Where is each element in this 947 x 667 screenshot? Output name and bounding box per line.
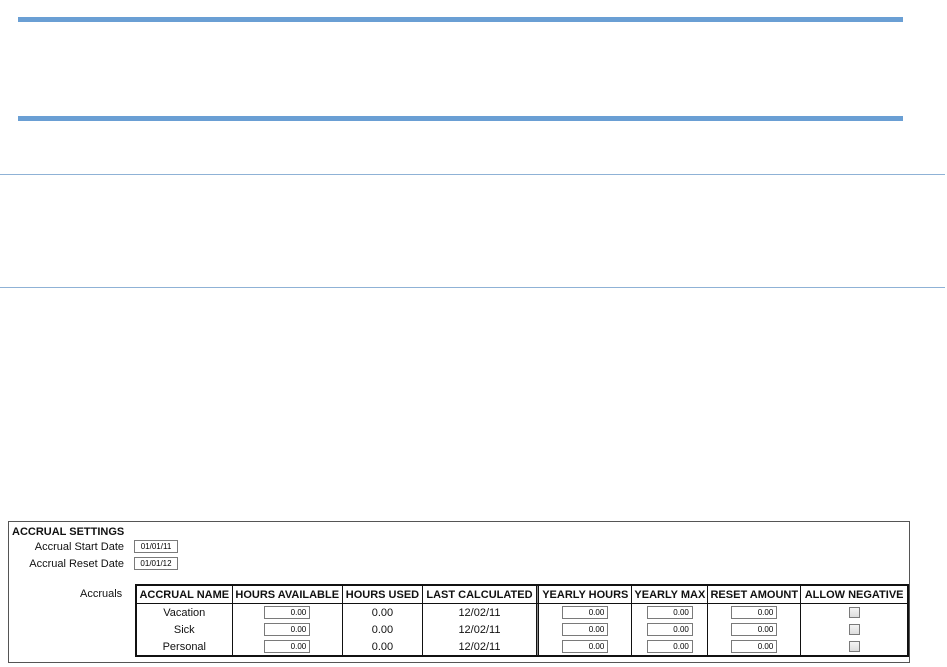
hours-available-input[interactable] bbox=[264, 606, 311, 619]
accrual-reset-date-row: Accrual Reset Date bbox=[9, 557, 178, 570]
accrual-name: Personal bbox=[135, 638, 233, 656]
last-calculated: 12/02/11 bbox=[422, 621, 537, 638]
yearly-max-input[interactable] bbox=[646, 640, 693, 653]
section-divider-bottom bbox=[0, 287, 945, 288]
accrual-settings-title: ACCRUAL SETTINGS bbox=[12, 526, 125, 538]
accrual-reset-date-input[interactable] bbox=[134, 557, 178, 570]
page: ACCRUAL SETTINGS Accrual Start Date Accr… bbox=[0, 0, 947, 667]
allow-negative-checkbox[interactable] bbox=[848, 641, 860, 653]
hours-available-input[interactable] bbox=[264, 640, 311, 653]
accrual-start-date-input[interactable] bbox=[134, 540, 178, 553]
reset-amount-input[interactable] bbox=[731, 640, 778, 653]
accruals-header-row: ACCRUAL NAME HOURS AVAILABLE HOURS USED … bbox=[135, 584, 909, 604]
header-rule-bottom bbox=[18, 116, 903, 121]
header-rule-top bbox=[18, 17, 903, 22]
yearly-hours-input[interactable] bbox=[562, 623, 609, 636]
column-header-allow-negative: ALLOW NEGATIVE bbox=[800, 584, 909, 604]
accrual-row-personal: Personal 0.00 12/02/11 bbox=[135, 638, 909, 656]
last-calculated: 12/02/11 bbox=[422, 638, 537, 656]
last-calculated: 12/02/11 bbox=[422, 603, 537, 621]
column-header-hours-available: HOURS AVAILABLE bbox=[231, 584, 343, 604]
column-header-last-calculated: LAST CALCULATED bbox=[422, 584, 537, 604]
yearly-hours-input[interactable] bbox=[562, 606, 609, 619]
hours-used: 0.00 bbox=[341, 603, 424, 621]
accrual-reset-date-label: Accrual Reset Date bbox=[29, 557, 124, 570]
accrual-row-vacation: Vacation 0.00 12/02/11 bbox=[135, 603, 909, 621]
section-divider-top bbox=[0, 174, 945, 175]
accrual-row-sick: Sick 0.00 12/02/11 bbox=[135, 621, 909, 638]
accrual-settings-panel: ACCRUAL SETTINGS Accrual Start Date Accr… bbox=[8, 521, 910, 663]
column-header-reset-amount: RESET AMOUNT bbox=[707, 584, 802, 604]
accruals-label: Accruals bbox=[80, 588, 123, 600]
yearly-max-input[interactable] bbox=[646, 606, 693, 619]
column-header-yearly-hours: YEARLY HOURS bbox=[538, 584, 633, 604]
reset-amount-input[interactable] bbox=[731, 606, 778, 619]
yearly-max-input[interactable] bbox=[646, 623, 693, 636]
accrual-name: Sick bbox=[135, 621, 233, 638]
accrual-start-date-row: Accrual Start Date bbox=[9, 540, 178, 553]
column-header-hours-used: HOURS USED bbox=[341, 584, 424, 604]
accruals-table: ACCRUAL NAME HOURS AVAILABLE HOURS USED … bbox=[135, 584, 909, 657]
hours-used: 0.00 bbox=[341, 638, 424, 656]
yearly-hours-input[interactable] bbox=[562, 640, 609, 653]
accrual-name: Vacation bbox=[135, 603, 233, 621]
reset-amount-input[interactable] bbox=[731, 623, 778, 636]
accrual-start-date-label: Accrual Start Date bbox=[34, 540, 124, 553]
hours-available-input[interactable] bbox=[264, 623, 311, 636]
allow-negative-checkbox[interactable] bbox=[848, 607, 860, 619]
column-header-yearly-max: YEARLY MAX bbox=[631, 584, 709, 604]
column-header-accrual-name: ACCRUAL NAME bbox=[135, 584, 233, 604]
hours-used: 0.00 bbox=[341, 621, 424, 638]
allow-negative-checkbox[interactable] bbox=[848, 624, 860, 636]
